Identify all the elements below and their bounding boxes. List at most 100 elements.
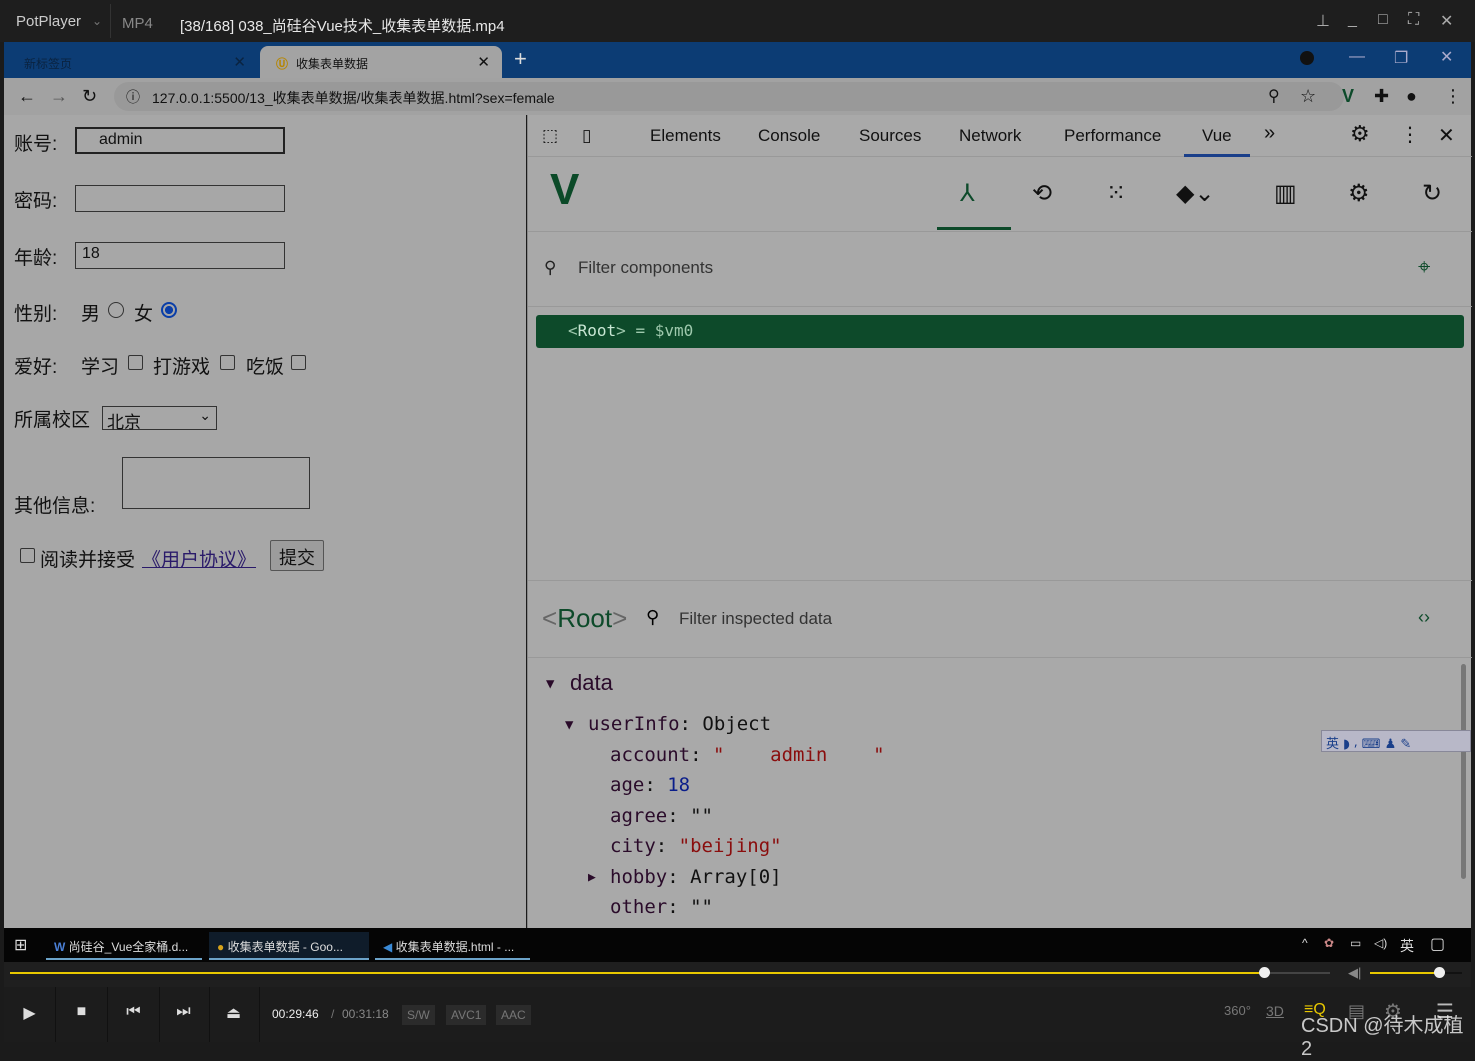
more-options-icon[interactable]: ⋮ — [1400, 122, 1420, 147]
submit-button[interactable]: 提交 — [270, 540, 324, 571]
stop-icon[interactable]: ■ — [56, 987, 108, 1042]
account-input[interactable]: admin — [75, 127, 285, 154]
close-window-icon[interactable]: ✕ — [1440, 47, 1453, 67]
play-icon[interactable]: ▶ — [4, 987, 56, 1042]
zoom-icon[interactable]: ⚲ — [1268, 86, 1280, 106]
open-source-icon[interactable]: ‹› — [1418, 607, 1430, 628]
tab-new[interactable]: 新标签页 ✕ — [8, 46, 258, 78]
filter-data-input[interactable]: Filter inspected data — [679, 609, 832, 629]
info-icon[interactable]: ⓘ — [126, 87, 140, 107]
eject-icon[interactable]: ⏏ — [208, 987, 260, 1042]
mute-icon[interactable]: ◀| — [1348, 965, 1361, 981]
city-select[interactable]: 北京 ⌄ — [102, 406, 217, 432]
minimize-icon[interactable]: _ — [1348, 11, 1357, 29]
prop-city[interactable]: city: "beijing" — [610, 835, 782, 857]
taskbar-item-chrome[interactable]: ● 收集表单数据 - Goo... — [209, 932, 369, 960]
vue-extension-icon[interactable]: V — [1342, 86, 1354, 107]
performance-chart-icon[interactable]: ▥ — [1274, 179, 1297, 208]
prop-hobby[interactable]: hobby: Array[0] — [610, 866, 782, 888]
inspect-element-icon[interactable]: ⬚ — [542, 126, 558, 146]
agreement-link[interactable]: 《用户协议》 — [142, 545, 256, 572]
component-tree-root[interactable]: <Root> = $vm0 — [536, 315, 1464, 348]
tab-sources[interactable]: Sources — [859, 126, 921, 146]
collapse-icon[interactable]: ▼ — [546, 676, 554, 692]
agree-checkbox[interactable] — [20, 548, 35, 563]
prop-age[interactable]: age: 18 — [610, 774, 690, 796]
close-tab-icon[interactable]: ✕ — [477, 53, 490, 71]
battery-icon[interactable]: ▭ — [1350, 936, 1361, 950]
device-toolbar-icon[interactable]: ▯ — [582, 126, 591, 146]
forward-icon[interactable]: → — [50, 86, 68, 107]
maximize-icon[interactable]: □ — [1378, 11, 1388, 29]
age-input[interactable]: 18 — [75, 242, 285, 269]
chevron-down-icon[interactable]: ⌄ — [92, 14, 102, 28]
seek-bar[interactable] — [10, 967, 1330, 978]
notification-icon[interactable]: ▢ — [1430, 934, 1445, 954]
url-input[interactable]: ⓘ 127.0.0.1:5500/13_收集表单数据/收集表单数据.html?s… — [114, 82, 1344, 111]
next-icon[interactable]: ⏭ — [158, 987, 210, 1042]
avatar[interactable]: ● — [1406, 86, 1417, 107]
tab-network[interactable]: Network — [959, 126, 1021, 146]
close-devtools-icon[interactable]: ✕ — [1438, 123, 1455, 148]
collapse-icon[interactable]: ▼ — [565, 717, 573, 733]
new-tab-icon[interactable]: + — [514, 46, 527, 72]
back-icon[interactable]: ← — [18, 86, 36, 107]
fullscreen-icon[interactable]: ⛶ — [1408, 11, 1419, 29]
volume-icon[interactable]: ◁) — [1374, 936, 1387, 950]
hobby-eat-checkbox[interactable] — [291, 355, 306, 370]
star-icon[interactable]: ☆ — [1300, 86, 1316, 107]
pin-icon[interactable]: ⊥ — [1316, 11, 1330, 31]
sex-female-radio[interactable] — [161, 302, 177, 318]
components-icon[interactable]: ⅄ — [960, 179, 975, 208]
expand-icon[interactable]: ▶ — [588, 870, 596, 885]
prop-agree[interactable]: agree: "" — [610, 805, 713, 827]
select-target-icon[interactable]: ⌖ — [1418, 254, 1430, 280]
tray-expand-icon[interactable]: ^ — [1302, 936, 1308, 950]
volume-slider[interactable] — [1370, 967, 1462, 978]
previous-icon[interactable]: ⏮ — [108, 987, 160, 1042]
tab-form[interactable]: Ⓤ 收集表单数据 ✕ — [260, 46, 502, 78]
badge-video-codec[interactable]: AVC1 — [446, 1005, 487, 1025]
tab-elements[interactable]: Elements — [650, 126, 721, 146]
badge-renderer[interactable]: S/W — [402, 1005, 435, 1025]
timeline-icon[interactable]: ⟲ — [1032, 179, 1052, 208]
taskbar-item-vscode[interactable]: ◀ 收集表单数据.html - ... — [375, 932, 530, 960]
vuex-icon[interactable]: ⁙ — [1106, 179, 1126, 208]
seek-handle[interactable] — [1259, 967, 1270, 978]
refresh-icon[interactable]: ↻ — [1422, 179, 1442, 208]
windows-start-icon[interactable]: ⊞ — [14, 935, 27, 955]
taskbar-item-word[interactable]: W 尚硅谷_Vue全家桶.d... — [46, 932, 202, 960]
hobby-study-checkbox[interactable] — [128, 355, 143, 370]
tab-console[interactable]: Console — [758, 126, 820, 146]
ime-indicator[interactable]: 英 — [1400, 936, 1414, 956]
hobby-game-checkbox[interactable] — [220, 355, 235, 370]
extensions-icon[interactable]: ✚ — [1374, 86, 1389, 107]
reload-icon[interactable]: ↻ — [82, 86, 97, 107]
prop-other[interactable]: other: "" — [610, 896, 713, 918]
volume-handle[interactable] — [1434, 967, 1445, 978]
player-brand[interactable]: PotPlayer — [16, 13, 81, 30]
scrollbar[interactable] — [1461, 664, 1466, 879]
close-icon[interactable]: ✕ — [1440, 11, 1453, 31]
other-textarea[interactable] — [122, 457, 310, 509]
tab-vue[interactable]: Vue — [1184, 115, 1250, 157]
filter-components-input[interactable]: Filter components — [578, 258, 713, 278]
more-tabs-icon[interactable]: » — [1264, 122, 1275, 145]
tab-performance[interactable]: Performance — [1064, 126, 1161, 146]
ime-toolbar[interactable]: 英 ◗ ⸴ ⌨ ♟ ✎ — [1321, 730, 1471, 752]
settings-icon[interactable]: ⚙ — [1350, 121, 1370, 147]
tray-app-icon[interactable]: ✿ — [1324, 936, 1334, 950]
restore-icon[interactable]: ❐ — [1394, 48, 1408, 68]
3d-button[interactable]: 3D — [1266, 1003, 1284, 1019]
minimize-icon[interactable]: — — [1349, 48, 1365, 66]
badge-audio-codec[interactable]: AAC — [496, 1005, 531, 1025]
password-input[interactable] — [75, 185, 285, 212]
sex-male-radio[interactable] — [108, 302, 124, 318]
prop-account[interactable]: account: " admin " — [610, 744, 885, 766]
settings-icon[interactable]: ⚙ — [1348, 179, 1370, 208]
userinfo-key[interactable]: userInfo: Object — [588, 713, 771, 735]
data-section[interactable]: data — [570, 670, 613, 696]
menu-icon[interactable]: ⋮ — [1444, 86, 1462, 107]
close-tab-icon[interactable]: ✕ — [233, 53, 246, 71]
router-icon[interactable]: ◆⌄ — [1176, 179, 1215, 208]
